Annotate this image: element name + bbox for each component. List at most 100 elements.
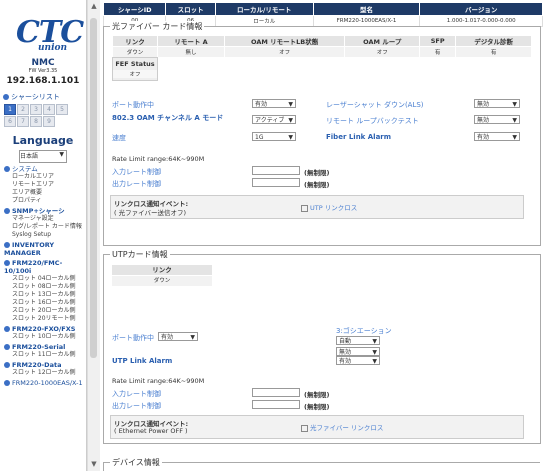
- scroll-thumb[interactable]: [90, 18, 97, 358]
- negotiation-select-2[interactable]: 無効 ▼: [336, 347, 380, 356]
- utp-link-loss-box: リンクロス通知イベント: ( Ethernet Power OFF ) 光ファイ…: [110, 415, 524, 439]
- system-item[interactable]: ローカルエリア: [12, 173, 86, 181]
- system-item[interactable]: リモートエリア: [12, 181, 86, 189]
- system-item[interactable]: エリア概要: [12, 189, 86, 197]
- fxo-item[interactable]: スロット 10ローカル側: [12, 333, 86, 341]
- snmp-item[interactable]: ログ/レポート カード情報: [12, 223, 86, 231]
- utp-port-active-select[interactable]: 有効 ▼: [158, 332, 198, 341]
- slot-button[interactable]: 3: [30, 104, 42, 115]
- output-rate-field[interactable]: [252, 178, 300, 187]
- negotiation-select[interactable]: 自動 ▼: [336, 336, 380, 345]
- header-local-remote: ローカル/リモート: [214, 2, 314, 16]
- snmp-link[interactable]: SNMP+シャーシ: [4, 207, 86, 215]
- fxo-group[interactable]: FRM220-FXO/FXS: [4, 325, 86, 333]
- chassis-list-link[interactable]: シャーシリスト: [3, 92, 86, 102]
- device-info-title: デバイス情報: [110, 457, 162, 468]
- scroll-down-icon[interactable]: ▼: [90, 460, 98, 468]
- fmc-item[interactable]: スロット 20ローカル側: [12, 307, 86, 315]
- inventory-link[interactable]: INVENTORY MANAGER: [4, 241, 86, 257]
- fef-status-box: FEF Status オフ: [112, 57, 158, 81]
- language-select[interactable]: 日本語 ▼: [19, 150, 67, 163]
- device-info-section: デバイス情報: [103, 457, 540, 471]
- syslog-link[interactable]: Syslog Setup: [12, 231, 86, 239]
- chevron-down-icon: ▼: [512, 134, 517, 141]
- sidebar: CTC union NMC FW Ver3.35 192.168.1.101 シャ…: [0, 0, 87, 471]
- language-label: Language: [12, 134, 74, 147]
- utp-output-rate-field[interactable]: [252, 400, 300, 409]
- table-cell: FRM220-1000EAS/X-1: [312, 15, 421, 27]
- col-oam-remote-lb: OAM リモートLB状態: [223, 35, 346, 47]
- system-item[interactable]: プロパティ: [12, 197, 86, 205]
- utp-link-loss-option[interactable]: UTP リンクロス: [301, 202, 357, 212]
- col-remote-a: リモート A: [157, 35, 225, 47]
- rate-limit-range: Rate Limit range:64K~990M: [112, 155, 205, 163]
- utp-link-alarm-select[interactable]: 有効 ▼: [336, 356, 380, 365]
- header-model: 型名: [312, 2, 421, 16]
- remote-loopback-select[interactable]: 無効 ▼: [474, 115, 520, 124]
- data-group[interactable]: FRM220-Data: [4, 361, 86, 369]
- fmc-item[interactable]: スロット 13ローカル側: [12, 291, 86, 299]
- fmc-item[interactable]: スロット 20リモート側: [12, 315, 86, 323]
- chevron-down-icon: ▼: [288, 134, 293, 141]
- slot-button[interactable]: 2: [17, 104, 29, 115]
- table-cell: オフ: [344, 46, 421, 58]
- chevron-down-icon: ▼: [288, 101, 293, 108]
- header-chassis-id: シャーシID: [102, 2, 167, 16]
- scroll-up-icon[interactable]: ▲: [90, 2, 98, 10]
- product-name: NMC: [31, 58, 55, 68]
- negotiation-label: 3:ゴシエーション: [336, 327, 392, 335]
- fmc-item[interactable]: スロット 16ローカル側: [12, 299, 86, 307]
- chevron-down-icon: ▼: [512, 101, 517, 108]
- data-item[interactable]: スロット 12ローカル側: [12, 369, 86, 377]
- fmc-item[interactable]: スロット 08ローカル側: [12, 283, 86, 291]
- col-oam-loop: OAM ループ: [344, 35, 421, 47]
- fmc-item[interactable]: スロット 04ローカル側: [12, 275, 86, 283]
- slot-button[interactable]: 9: [43, 116, 55, 127]
- bullet-icon: [4, 260, 10, 266]
- slot-button[interactable]: 1: [4, 104, 16, 115]
- utp-output-rate-unlimited: (無制限): [304, 403, 330, 411]
- slot-button[interactable]: 5: [56, 104, 68, 115]
- sidebar-scrollbar[interactable]: ▲ ▼: [87, 0, 100, 471]
- header-slot: スロット: [165, 2, 216, 16]
- snmp-item[interactable]: マネージャ設定: [12, 215, 86, 223]
- fmc-group[interactable]: FRM220/FMC-10/100i: [4, 259, 86, 275]
- fiber-link-alarm-select[interactable]: 有効 ▼: [474, 132, 520, 141]
- port-active-label: ポート動作中: [112, 101, 154, 109]
- utp-input-rate-unlimited: (無制限): [304, 391, 330, 399]
- fiber-status-table: リンク リモート A OAM リモートLB状態 OAM ループ SFP デジタル…: [111, 35, 532, 58]
- checkbox-icon[interactable]: [301, 204, 308, 212]
- col-sfp: SFP: [419, 35, 457, 47]
- laser-shutdown-select[interactable]: 無効 ▼: [474, 99, 520, 108]
- fiber-card-title: 光ファイバー カード情報: [110, 21, 205, 32]
- oam-channel-label: 802.3 OAM チャンネル A モード: [112, 114, 224, 122]
- checkbox-icon[interactable]: [301, 424, 308, 432]
- slot-button[interactable]: 4: [43, 104, 55, 115]
- current-device-link[interactable]: FRM220-1000EAS/X-1: [4, 379, 86, 387]
- oam-channel-select[interactable]: アクティブ ▼: [252, 115, 296, 124]
- slot-button[interactable]: 8: [30, 116, 42, 127]
- fiber-link-loss-option[interactable]: 光ファイバー リンクロス: [301, 422, 383, 432]
- utp-link-value: ダウン: [112, 276, 212, 286]
- slot-button[interactable]: 6: [4, 116, 16, 127]
- table-cell: 有: [419, 46, 457, 58]
- bullet-icon: [3, 94, 9, 100]
- serial-group[interactable]: FRM220-Serial: [4, 343, 86, 351]
- bullet-icon: [4, 380, 10, 386]
- fiber-card-section: 光ファイバー カード情報 リンク リモート A OAM リモートLB状態 OAM…: [103, 21, 541, 246]
- fef-status-value: オフ: [113, 70, 157, 78]
- bullet-icon: [4, 208, 10, 214]
- bullet-icon: [4, 362, 10, 368]
- table-cell: 有: [455, 46, 532, 58]
- bullet-icon: [4, 326, 10, 332]
- port-active-select[interactable]: 有効 ▼: [252, 99, 296, 108]
- serial-item[interactable]: スロット 11ローカル側: [12, 351, 86, 359]
- system-link[interactable]: システム: [4, 165, 86, 173]
- utp-card-section: UTPカード情報 リンク ダウン ポート動作中 有効 ▼ 3:ゴシエーション 自動…: [103, 249, 541, 444]
- input-rate-field[interactable]: [252, 166, 300, 175]
- utp-link-box: リンク ダウン: [112, 265, 212, 287]
- slot-button[interactable]: 7: [17, 116, 29, 127]
- output-rate-label: 出力レート制御: [112, 180, 161, 188]
- utp-input-rate-field[interactable]: [252, 388, 300, 397]
- speed-select[interactable]: 1G ▼: [252, 132, 296, 141]
